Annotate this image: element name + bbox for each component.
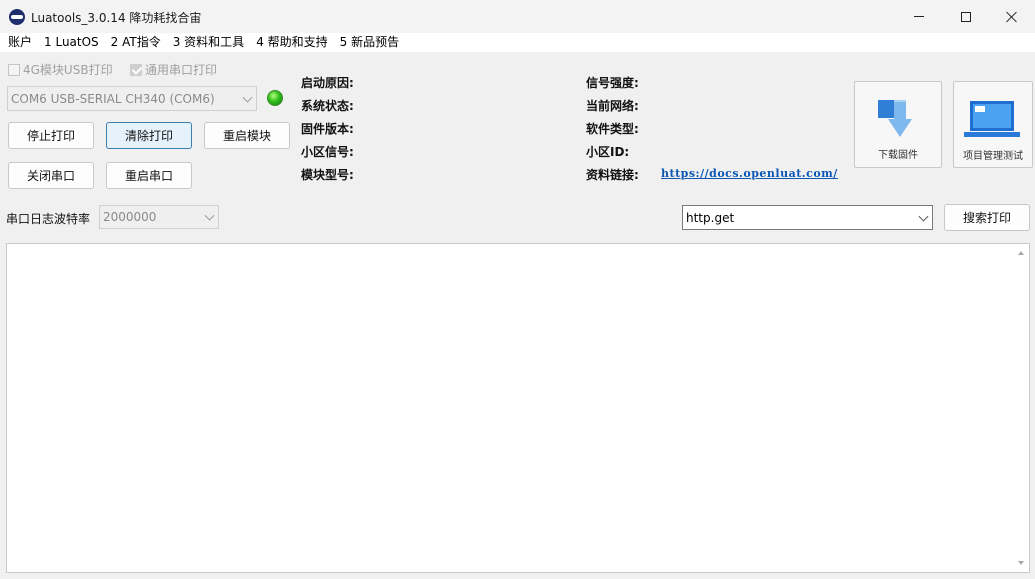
search-input-value: http.get xyxy=(686,210,735,225)
clear-print-button[interactable]: 清除打印 xyxy=(106,122,192,149)
serial-print-label: 通用串口打印 xyxy=(145,63,218,77)
title-bar: Luatools_3.0.14 降功耗找合宙 xyxy=(0,0,1035,33)
download-firmware-button[interactable]: 下载固件 xyxy=(854,81,942,168)
baud-rate-label: 串口日志波特率 xyxy=(6,212,91,226)
restart-module-button[interactable]: 重启模块 xyxy=(204,122,290,149)
system-state-label: 系统状态: xyxy=(301,99,354,113)
log-output[interactable] xyxy=(6,243,1030,573)
cell-signal-label: 小区信号: xyxy=(301,145,354,159)
maximize-button[interactable] xyxy=(943,0,989,33)
boot-reason-label: 启动原因: xyxy=(301,76,354,90)
cell-id-label: 小区ID: xyxy=(586,145,630,159)
search-print-button[interactable]: 搜索打印 xyxy=(944,204,1030,231)
menu-help-support[interactable]: 4 帮助和支持 xyxy=(250,33,333,52)
checkbox-box-checked xyxy=(130,63,142,76)
port-status-led-icon xyxy=(267,90,283,106)
checkbox-box xyxy=(8,63,20,76)
usb-print-checkbox[interactable]: 4G模块USB打印 xyxy=(8,61,113,78)
menu-account[interactable]: 账户 xyxy=(2,33,38,52)
firmware-version-label: 固件版本: xyxy=(301,122,354,136)
serial-print-checkbox[interactable]: 通用串口打印 xyxy=(130,61,217,78)
project-manager-label: 项目管理测试 xyxy=(963,151,1023,162)
port-select[interactable]: COM6 USB-SERIAL CH340 (COM6) xyxy=(7,86,257,111)
stop-print-button[interactable]: 停止打印 xyxy=(8,122,94,149)
port-select-value: COM6 USB-SERIAL CH340 (COM6) xyxy=(11,91,215,106)
chevron-down-icon xyxy=(242,92,253,103)
usb-print-label: 4G模块USB打印 xyxy=(23,63,113,77)
restart-port-button[interactable]: 重启串口 xyxy=(106,162,192,189)
menu-docs-tools[interactable]: 3 资料和工具 xyxy=(167,33,250,52)
search-input[interactable]: http.get xyxy=(682,205,933,230)
main-panel: 4G模块USB打印 通用串口打印 COM6 USB-SERIAL CH340 (… xyxy=(0,52,1035,579)
baud-rate-select[interactable]: 2000000 xyxy=(99,205,219,229)
chevron-down-icon xyxy=(918,211,929,222)
scroll-up-icon[interactable] xyxy=(1018,251,1024,255)
menu-luatos[interactable]: 1 LuatOS xyxy=(38,33,105,52)
menu-new-products[interactable]: 5 新品预告 xyxy=(334,33,405,52)
laptop-icon xyxy=(964,101,1020,137)
baud-rate-value: 2000000 xyxy=(103,210,157,224)
docs-link[interactable]: https://docs.openluat.com/ xyxy=(661,167,838,180)
maximize-icon xyxy=(961,11,971,22)
menu-at-commands[interactable]: 2 AT指令 xyxy=(105,33,167,52)
chevron-down-icon xyxy=(204,210,215,221)
signal-strength-label: 信号强度: xyxy=(586,76,639,90)
minimize-icon xyxy=(914,16,924,17)
download-firmware-label: 下载固件 xyxy=(878,150,918,161)
close-icon xyxy=(1006,11,1018,23)
app-logo-icon xyxy=(9,9,25,25)
docs-link-label: 资料链接: xyxy=(586,168,639,182)
window-title: Luatools_3.0.14 降功耗找合宙 xyxy=(31,11,202,25)
minimize-button[interactable] xyxy=(896,0,942,33)
download-firmware-icon xyxy=(878,100,912,137)
close-port-button[interactable]: 关闭串口 xyxy=(8,162,94,189)
current-network-label: 当前网络: xyxy=(586,99,639,113)
project-manager-button[interactable]: 项目管理测试 xyxy=(953,81,1033,168)
close-button[interactable] xyxy=(989,0,1035,33)
module-model-label: 模块型号: xyxy=(301,168,354,182)
menu-bar: 账户 1 LuatOS 2 AT指令 3 资料和工具 4 帮助和支持 5 新品预… xyxy=(0,33,1035,52)
scroll-down-icon[interactable] xyxy=(1018,561,1024,565)
software-type-label: 软件类型: xyxy=(586,122,639,136)
